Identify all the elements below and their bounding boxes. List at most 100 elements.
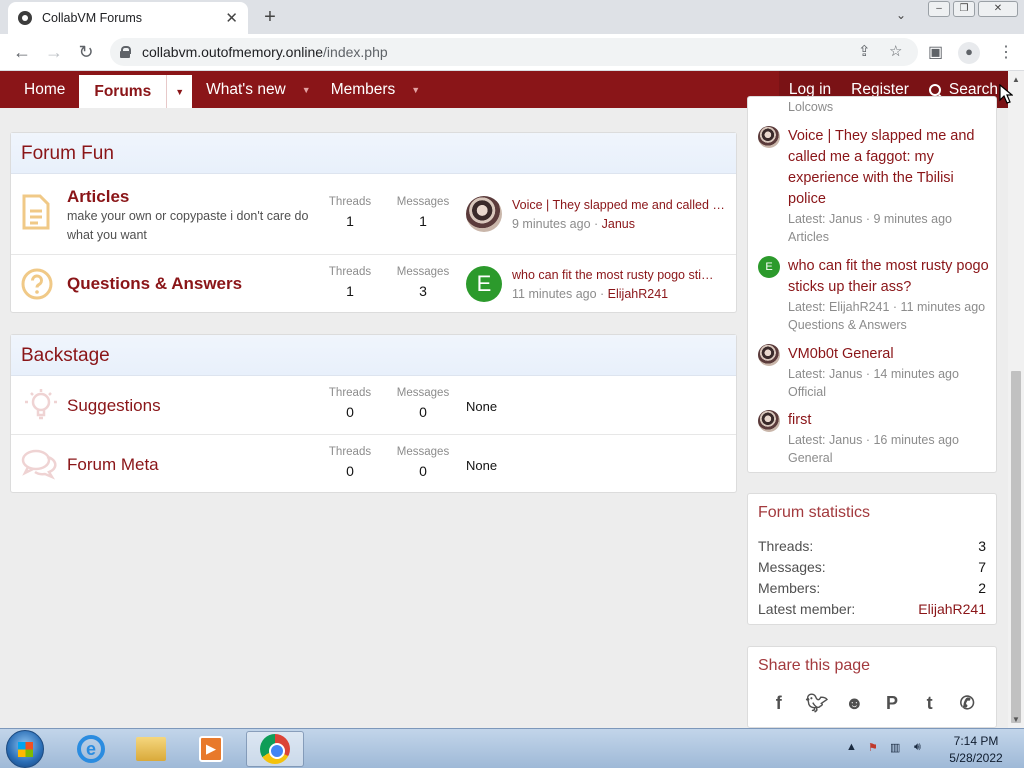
last-post-time[interactable]: 11 minutes ago — [512, 287, 597, 301]
last-post-none: None — [466, 399, 498, 414]
new-tab-button[interactable]: + — [260, 6, 280, 29]
document-icon — [21, 194, 51, 235]
media-player-icon: ▶ — [199, 736, 223, 762]
chevron-down-icon[interactable]: ▼ — [298, 71, 319, 108]
url-host: collabvm.outofmemory.online — [142, 44, 324, 60]
last-post-time[interactable]: 9 minutes ago — [512, 217, 591, 231]
latest-post-forum[interactable]: General — [788, 449, 990, 467]
chrome-taskbar-button[interactable] — [246, 731, 304, 767]
tab-search-icon[interactable]: ⌄ — [896, 8, 906, 22]
nav-members[interactable]: Members — [319, 71, 408, 108]
avatar[interactable] — [758, 126, 780, 148]
messages-label: Messages — [396, 266, 450, 278]
tray-expand-icon[interactable]: ▲ — [846, 741, 857, 753]
last-post-meta: 9 minutes ago · Janus — [512, 217, 635, 231]
last-post-title[interactable]: who can fit the most rusty pogo sti… — [512, 268, 730, 282]
tumblr-icon[interactable]: t — [919, 693, 941, 714]
address-bar[interactable]: collabvm.outofmemory.online/index.php — [110, 38, 918, 66]
latest-post-title[interactable]: VM0b0t General — [788, 344, 990, 365]
avatar[interactable]: E — [466, 266, 502, 302]
stat-row: Messages: 7 — [748, 557, 996, 578]
reload-icon[interactable]: ↻ — [74, 41, 98, 65]
stat-value: 2 — [978, 580, 986, 596]
close-window-button[interactable]: ✕ — [978, 1, 1018, 17]
forum-row-questions-answers: Questions & Answers Threads 1 Messages 3… — [11, 255, 736, 313]
last-post-user[interactable]: ElijahR241 — [608, 287, 668, 301]
minimize-button[interactable]: – — [928, 1, 950, 17]
forward-icon[interactable]: → — [42, 41, 66, 65]
latest-post-meta[interactable]: Latest: Janus · 14 minutes ago — [788, 365, 990, 383]
latest-post-forum[interactable]: Official — [788, 383, 990, 401]
chevron-down-icon[interactable]: ▼ — [407, 71, 428, 108]
chrome-icon — [260, 734, 290, 764]
last-post: Voice | They slapped me and called … 9 m… — [466, 196, 731, 236]
stat-value: 3 — [978, 538, 986, 554]
forum-title-questions-answers[interactable]: Questions & Answers — [67, 274, 242, 294]
twitter-icon[interactable]: 🐦︎ — [806, 693, 829, 714]
avatar[interactable] — [758, 410, 780, 432]
latest-post-title[interactable]: Voice | They slapped me and called me a … — [788, 126, 990, 210]
start-button[interactable] — [6, 730, 44, 768]
latest-post-meta[interactable]: Latest: Janus · 16 minutes ago — [788, 431, 990, 449]
browser-tab[interactable]: CollabVM Forums ✕ — [8, 2, 248, 34]
whatsapp-icon[interactable]: ✆ — [956, 693, 978, 714]
share-buttons: f 🐦︎ ☻ P t ✆ — [748, 693, 996, 714]
restore-button[interactable]: ❐ — [953, 1, 975, 17]
menu-icon[interactable]: ⋮ — [998, 42, 1014, 62]
avatar[interactable]: E — [758, 256, 780, 278]
explorer-taskbar-button[interactable] — [122, 731, 180, 767]
cut-off-forum-label[interactable]: Lolcows — [788, 100, 833, 114]
system-clock[interactable]: 7:14 PM 5/28/2022 — [942, 733, 1010, 767]
latest-post-forum[interactable]: Articles — [788, 228, 990, 246]
chat-bubbles-icon — [21, 448, 61, 485]
nav-home[interactable]: Home — [0, 71, 79, 108]
latest-member-link[interactable]: ElijahR241 — [918, 599, 986, 620]
back-icon[interactable]: ← — [10, 41, 34, 65]
chevron-down-icon[interactable]: ▼ — [166, 75, 193, 108]
lock-icon[interactable] — [120, 46, 131, 58]
network-icon[interactable]: ▥ — [890, 741, 900, 754]
action-center-icon[interactable]: ⚑ — [868, 741, 878, 754]
side-panel-icon[interactable]: ▣ — [928, 42, 943, 62]
scrollbar-thumb[interactable] — [1011, 371, 1021, 723]
stat-row: Members: 2 — [748, 578, 996, 599]
scroll-down-icon[interactable]: ▼ — [1012, 715, 1020, 724]
avatar[interactable] — [758, 344, 780, 366]
page-scrollbar[interactable]: ▲ ▼ — [1008, 71, 1024, 728]
category-title[interactable]: Forum Fun — [11, 133, 736, 174]
ie-taskbar-button[interactable]: e — [62, 731, 120, 767]
facebook-icon[interactable]: f — [768, 693, 790, 714]
media-player-taskbar-button[interactable]: ▶ — [182, 731, 240, 767]
forum-title-suggestions[interactable]: Suggestions — [67, 396, 161, 416]
pinterest-icon[interactable]: P — [881, 693, 903, 714]
messages-stat: Messages 0 — [393, 446, 453, 479]
threads-count: 0 — [346, 463, 354, 479]
share-icon[interactable]: ⇪ — [858, 42, 871, 60]
nav-whats-new[interactable]: What's new — [192, 71, 298, 108]
forum-title-forum-meta[interactable]: Forum Meta — [67, 455, 159, 475]
stat-row: Latest member: ElijahR241 — [748, 599, 996, 620]
last-post-title[interactable]: Voice | They slapped me and called … — [512, 198, 730, 212]
profile-icon[interactable]: ● — [958, 42, 980, 64]
latest-post-forum[interactable]: Questions & Answers — [788, 316, 990, 334]
category-title[interactable]: Backstage — [11, 335, 736, 376]
latest-posts-block: Lolcows Voice | They slapped me and call… — [747, 96, 997, 473]
last-post-meta: 11 minutes ago · ElijahR241 — [512, 287, 669, 301]
latest-post-title[interactable]: who can fit the most rusty pogo sticks u… — [788, 256, 990, 298]
bookmark-star-icon[interactable]: ☆ — [889, 42, 902, 60]
reddit-icon[interactable]: ☻ — [844, 693, 866, 714]
forum-title-articles[interactable]: Articles — [67, 187, 129, 207]
latest-post-item: VM0b0t General Latest: Janus · 14 minute… — [758, 344, 990, 401]
volume-icon[interactable]: 🔊︎ — [914, 741, 921, 754]
scroll-up-icon[interactable]: ▲ — [1012, 75, 1020, 84]
last-post-user[interactable]: Janus — [602, 217, 635, 231]
last-post-none: None — [466, 458, 498, 473]
messages-label: Messages — [396, 196, 450, 208]
latest-post-meta[interactable]: Latest: ElijahR241 · 11 minutes ago — [788, 298, 990, 316]
latest-post-meta[interactable]: Latest: Janus · 9 minutes ago — [788, 210, 990, 228]
close-tab-icon[interactable]: ✕ — [225, 9, 238, 27]
avatar[interactable] — [466, 196, 502, 232]
nav-forums[interactable]: Forums — [79, 75, 167, 108]
taskbar: e ▶ ▲ ⚑ ▥ 🔊︎ 7:14 PM 5/28/2022 — [0, 728, 1024, 768]
latest-post-title[interactable]: first — [788, 410, 990, 431]
